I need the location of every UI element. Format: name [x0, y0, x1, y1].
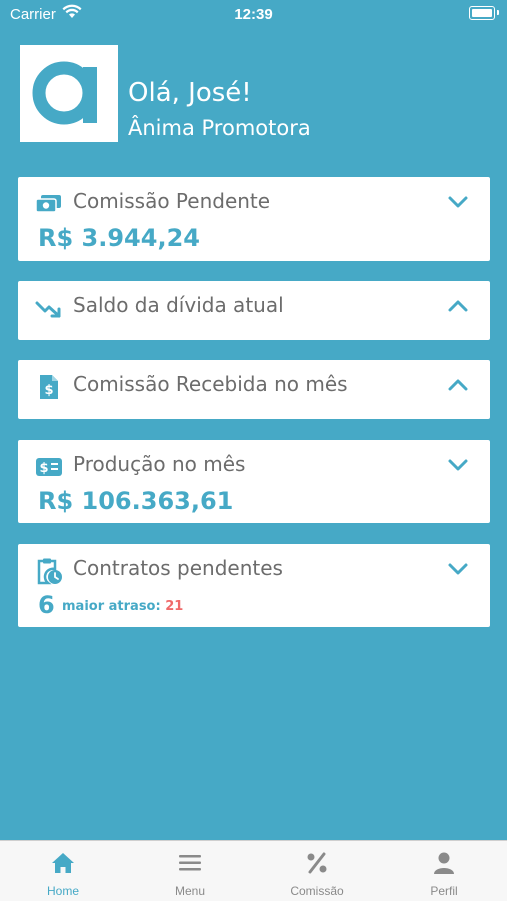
- chevron-down-icon[interactable]: [444, 558, 472, 580]
- pending-commission-value: R$ 3.944,24: [38, 224, 200, 252]
- menu-icon: [179, 855, 201, 871]
- card-title: Comissão Recebida no mês: [73, 372, 348, 396]
- company-name: Ânima Promotora: [128, 116, 311, 140]
- max-delay-label: maior atraso:: [62, 599, 161, 614]
- card-title: Contratos pendentes: [73, 556, 283, 580]
- tab-label: Comissão: [290, 884, 344, 898]
- svg-text:$: $: [39, 461, 48, 476]
- greeting: Olá, José!: [128, 78, 252, 108]
- pending-commission-card[interactable]: Comissão Pendente R$ 3.944,24: [18, 177, 490, 261]
- tab-label: Menu: [174, 884, 206, 898]
- user-icon: [434, 852, 454, 874]
- tab-home[interactable]: Home: [0, 841, 126, 901]
- tab-label: Perfil: [430, 884, 458, 898]
- tab-label: Home: [46, 884, 79, 898]
- home-icon: [52, 853, 74, 873]
- tab-commission[interactable]: Comissão: [254, 841, 380, 901]
- max-delay-value: 21: [165, 599, 184, 614]
- production-card[interactable]: $ Produção no mês R$ 106.363,61: [18, 440, 490, 523]
- chevron-up-icon[interactable]: [444, 374, 472, 396]
- dollar-card-icon: $: [36, 458, 62, 476]
- card-title: Produção no mês: [73, 452, 246, 476]
- anima-logo-icon: [20, 45, 118, 142]
- production-value: R$ 106.363,61: [38, 487, 234, 515]
- chevron-down-icon[interactable]: [444, 191, 472, 213]
- status-bar: Carrier 12:39: [0, 0, 507, 28]
- percent-icon: [307, 852, 327, 874]
- clock: 12:39: [234, 6, 273, 23]
- trending-down-icon: [35, 301, 61, 318]
- dollar-document-icon: $: [40, 375, 58, 399]
- clipboard-clock-icon: [37, 558, 62, 585]
- money-icon: [35, 195, 61, 213]
- received-commission-card[interactable]: $ Comissão Recebida no mês: [18, 360, 490, 419]
- tab-menu[interactable]: Menu: [127, 841, 253, 901]
- tab-bar: Home Menu Comissão Perfil: [0, 840, 507, 901]
- pending-contracts-card[interactable]: Contratos pendentes 6 maior atraso: 21: [18, 544, 490, 627]
- card-title: Saldo da dívida atual: [73, 293, 284, 317]
- max-delay: maior atraso: 21: [62, 599, 183, 615]
- chevron-down-icon[interactable]: [444, 454, 472, 476]
- tab-profile[interactable]: Perfil: [381, 841, 507, 901]
- chevron-up-icon[interactable]: [444, 295, 472, 317]
- pending-contracts-count: 6: [38, 591, 55, 619]
- card-title: Comissão Pendente: [73, 189, 271, 213]
- battery-icon: [469, 6, 499, 20]
- svg-text:$: $: [44, 383, 53, 398]
- debt-balance-card[interactable]: Saldo da dívida atual: [18, 281, 490, 340]
